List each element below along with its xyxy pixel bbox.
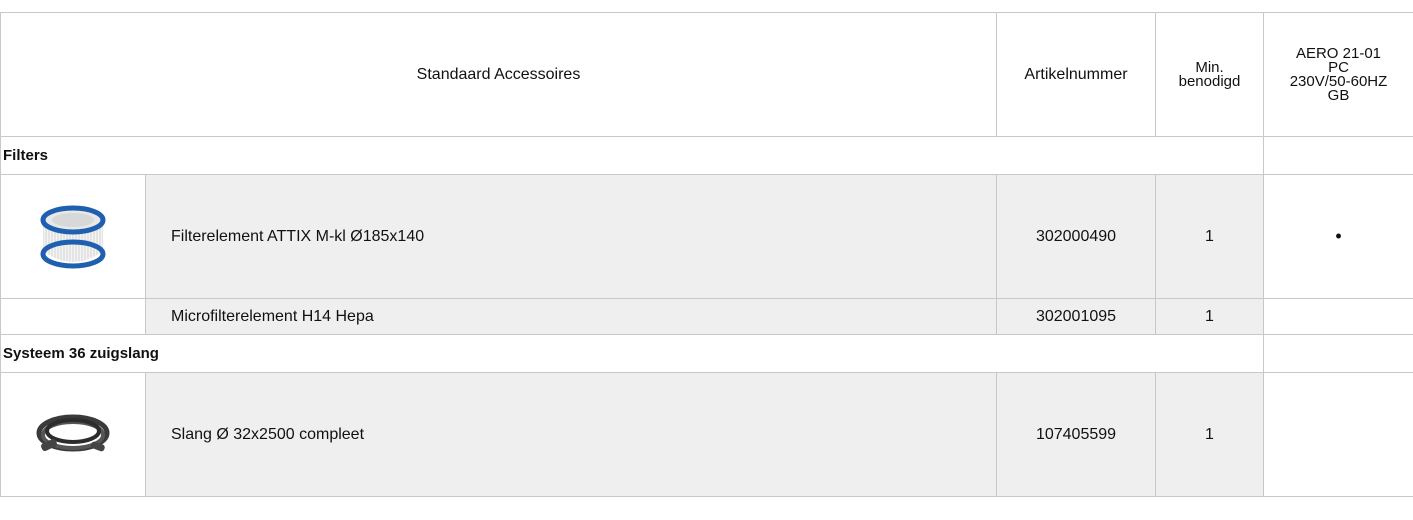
item-name: Filterelement ATTIX M-kl Ø185x140: [145, 174, 997, 299]
hose-icon: [36, 414, 110, 451]
product-image-cell: [0, 298, 146, 335]
category-label: Filters: [0, 136, 1264, 175]
item-article-number: 302001095: [996, 298, 1156, 335]
table-row: Microfilterelement H14 Hepa 302001095 1: [0, 298, 1413, 335]
product-image-cell: [0, 174, 146, 299]
table-header-row: Standaard Accessoires Artikelnummer Min.…: [0, 12, 1413, 137]
item-min-required: 1: [1155, 298, 1264, 335]
item-article-number: 302000490: [996, 174, 1156, 299]
item-article-number: 107405599: [996, 372, 1156, 497]
filter-element-icon: [40, 205, 106, 268]
category-label: Systeem 36 zuigslang: [0, 334, 1264, 373]
header-article-number: Artikelnummer: [996, 12, 1156, 137]
header-min-required: Min. benodigd: [1155, 12, 1264, 137]
item-model-mark: [1263, 372, 1413, 497]
item-model-mark: [1263, 298, 1413, 335]
category-model-cell: [1263, 136, 1413, 175]
item-min-required: 1: [1155, 174, 1264, 299]
product-image-cell: [0, 372, 146, 497]
category-model-cell: [1263, 334, 1413, 373]
table-row: Filterelement ATTIX M-kl Ø185x140 302000…: [0, 174, 1413, 299]
table-row: Slang Ø 32x2500 compleet 107405599 1: [0, 372, 1413, 497]
item-min-required: 1: [1155, 372, 1264, 497]
header-model: AERO 21-01 PC 230V/50-60HZ GB: [1263, 12, 1413, 137]
item-model-mark: •: [1263, 174, 1413, 299]
category-row-filters: Filters: [0, 136, 1413, 175]
item-name: Slang Ø 32x2500 compleet: [145, 372, 997, 497]
header-min-line2: benodigd: [1178, 72, 1241, 90]
category-row-hose: Systeem 36 zuigslang: [0, 334, 1413, 373]
header-model-line4: GB: [1327, 86, 1350, 104]
accessories-table: Standaard Accessoires Artikelnummer Min.…: [0, 12, 1413, 497]
header-standard-accessories: Standaard Accessoires: [0, 12, 997, 137]
item-name: Microfilterelement H14 Hepa: [145, 298, 997, 335]
